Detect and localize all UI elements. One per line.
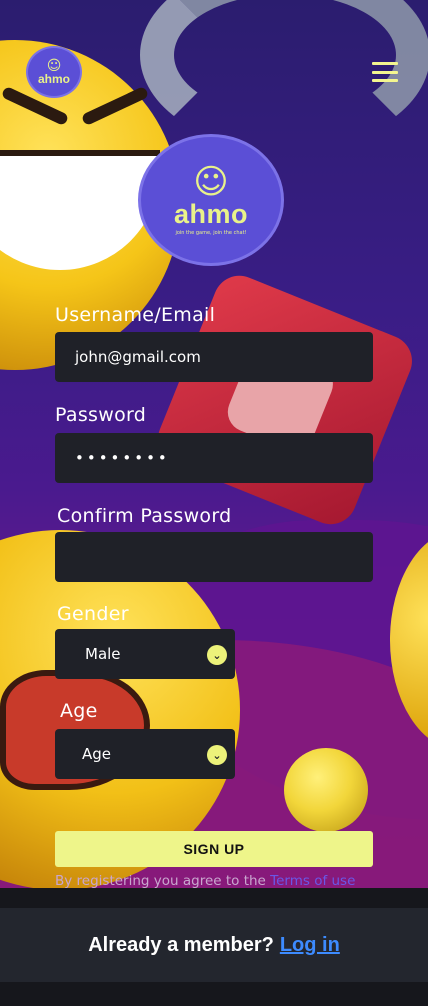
brand-logo-text: ahmo bbox=[173, 199, 248, 229]
gender-value: Male bbox=[85, 645, 121, 663]
sign-up-button[interactable]: SIGN UP bbox=[55, 831, 373, 867]
brand-logo: ☺ ahmo join the game, join the chat! bbox=[138, 134, 284, 266]
hamburger-icon bbox=[372, 70, 398, 74]
password-label: Password bbox=[55, 404, 147, 426]
yellow-ball-graphic bbox=[284, 748, 368, 832]
hamburger-icon bbox=[372, 62, 398, 65]
header-logo[interactable]: ☺ ahmo bbox=[26, 46, 82, 98]
terms-text: By registering you agree to the bbox=[55, 873, 271, 888]
logo-text: ahmo bbox=[37, 72, 70, 86]
hamburger-icon bbox=[372, 79, 398, 82]
brand-tagline: join the game, join the chat! bbox=[175, 230, 247, 236]
confirm-password-label: Confirm Password bbox=[57, 505, 232, 527]
gender-select[interactable]: Male ⌄ bbox=[55, 629, 235, 679]
confirm-password-input[interactable] bbox=[55, 532, 373, 582]
emoji-mouth bbox=[0, 150, 160, 270]
chat-bubble-icon: ☺ bbox=[193, 162, 229, 202]
chat-bubble-icon: ☺ bbox=[46, 58, 62, 74]
age-select[interactable]: Age ⌄ bbox=[55, 729, 235, 779]
login-footer: Already a member? Log in bbox=[0, 908, 428, 982]
age-value: Age bbox=[82, 745, 112, 763]
password-input[interactable]: •••••••• bbox=[55, 433, 373, 483]
terms-of-use-link[interactable]: Terms of use bbox=[270, 873, 355, 888]
terms-notice: By registering you agree to the Terms of… bbox=[55, 873, 355, 888]
gender-label: Gender bbox=[57, 603, 129, 625]
member-prompt: Already a member? bbox=[88, 933, 274, 956]
age-label: Age bbox=[60, 700, 98, 722]
emoji-eye bbox=[80, 85, 150, 127]
username-input[interactable]: john@gmail.com bbox=[55, 332, 373, 382]
hero-background: ☺ ahmo ☺ ahmo join the game, join the ch… bbox=[0, 0, 428, 888]
chevron-down-icon: ⌄ bbox=[207, 645, 227, 665]
username-label: Username/Email bbox=[55, 304, 216, 326]
login-link[interactable]: Log in bbox=[280, 934, 340, 957]
menu-button[interactable] bbox=[372, 62, 398, 82]
bottom-bar bbox=[0, 982, 428, 1006]
chevron-down-icon: ⌄ bbox=[207, 745, 227, 765]
divider bbox=[0, 888, 428, 908]
